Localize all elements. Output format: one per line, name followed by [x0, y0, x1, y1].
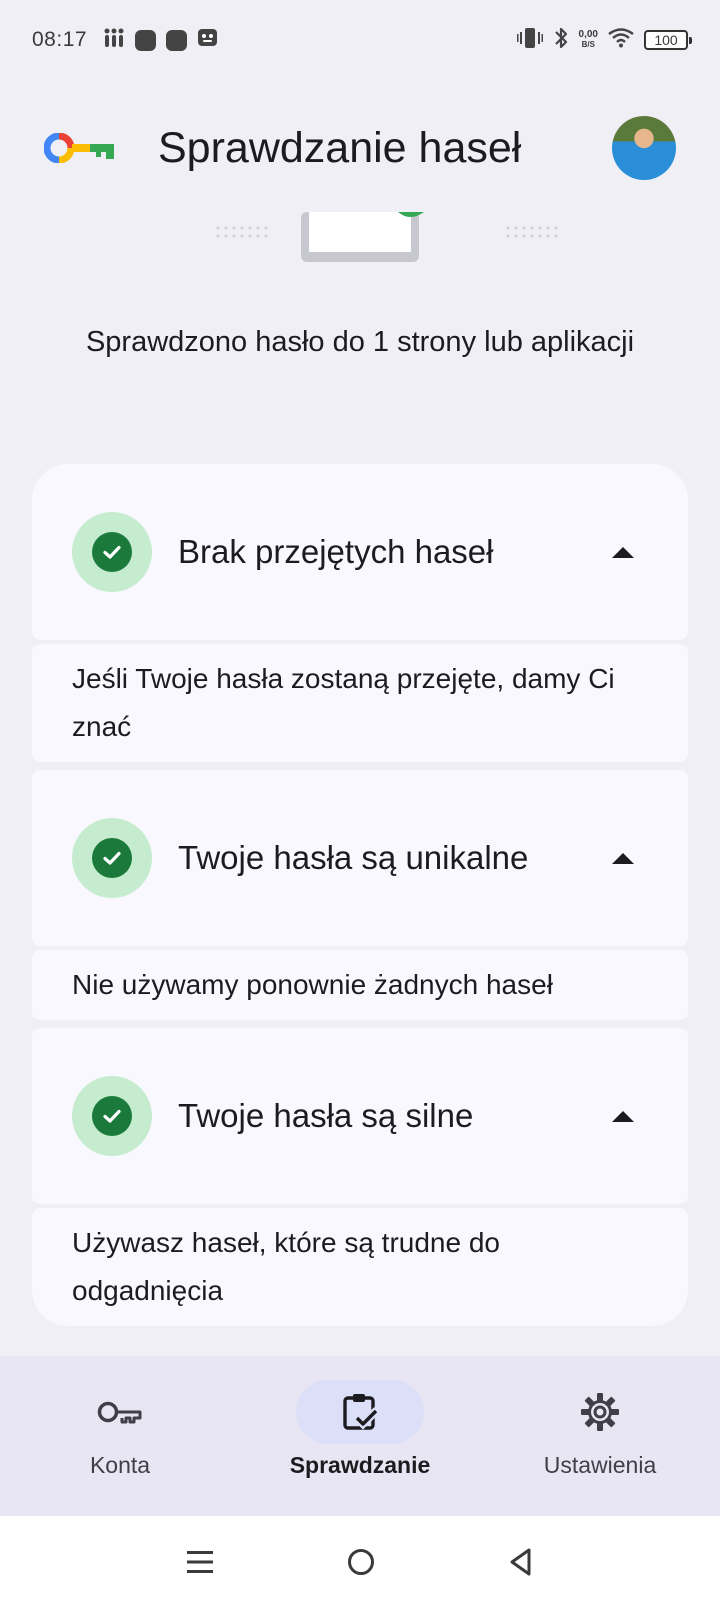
- nav-label: Konta: [89, 1452, 151, 1478]
- dots-left-decoration: [216, 226, 268, 238]
- menu-icon[interactable]: [185, 1548, 215, 1581]
- vibrate-icon: [516, 26, 543, 55]
- status-left: 08:17: [32, 27, 218, 54]
- page-title: Sprawdzanie haseł: [158, 123, 522, 172]
- home-icon[interactable]: [346, 1547, 376, 1582]
- nav-label: Ustawienia: [543, 1452, 657, 1478]
- compromised-passwords-card-header[interactable]: Brak przejętych haseł: [32, 464, 688, 640]
- check-illustration: [0, 212, 720, 272]
- check-status-icon: [72, 818, 152, 898]
- back-icon[interactable]: [507, 1547, 535, 1582]
- app-notification-icon: [103, 27, 125, 54]
- strong-passwords-card-header[interactable]: Twoje hasła są silne: [32, 1028, 688, 1204]
- account-avatar[interactable]: [612, 116, 676, 180]
- card-title: Brak przejętych haseł: [178, 533, 494, 570]
- collapse-arrow-icon[interactable]: [612, 546, 634, 558]
- status-bar: 08:17 0,00 B/S 100: [0, 0, 720, 80]
- network-speed-unit: B/S: [581, 40, 595, 49]
- card-title: Twoje hasła są silne: [178, 1097, 474, 1134]
- network-speed: 0,00 B/S: [579, 30, 598, 50]
- status-time: 08:17: [32, 28, 88, 51]
- check-status-icon: [72, 512, 152, 592]
- nav-item-konta[interactable]: Konta: [20, 1380, 220, 1479]
- card-description: Jeśli Twoje hasła zostaną przejęte, damy…: [72, 663, 615, 742]
- notification-square-icon: [166, 29, 188, 51]
- password-manager-logo-icon: [43, 132, 116, 164]
- system-navigation-bar: [0, 1516, 720, 1612]
- check-summary: Sprawdzono hasło do 1 strony lub aplikac…: [85, 326, 635, 358]
- unique-passwords-card-header[interactable]: Twoje hasła są unikalne: [32, 770, 688, 946]
- card-description: Nie używamy ponownie żadnych haseł: [72, 969, 553, 1000]
- robot-notification-icon: [197, 27, 218, 53]
- card-title: Twoje hasła są unikalne: [178, 839, 529, 876]
- bluetooth-icon: [553, 26, 569, 55]
- check-status-icon: [72, 1076, 152, 1156]
- collapse-arrow-icon[interactable]: [612, 1110, 634, 1122]
- clipboard-check-icon: [296, 1380, 424, 1444]
- dots-right-decoration: [506, 226, 558, 238]
- card-description: Używasz haseł, które są trudne do odgadn…: [72, 1227, 500, 1306]
- key-icon: [56, 1380, 184, 1444]
- battery-indicator: 100: [644, 30, 692, 50]
- wifi-icon: [608, 27, 634, 53]
- notification-square-icon: [135, 29, 157, 51]
- nav-item-sprawdzanie[interactable]: Sprawdzanie: [260, 1380, 460, 1479]
- gear-icon: [536, 1380, 664, 1444]
- unique-passwords-card-body: Nie używamy ponownie żadnych haseł: [32, 950, 688, 1020]
- strong-passwords-card-body: Używasz haseł, które są trudne do odgadn…: [32, 1208, 688, 1326]
- network-speed-value: 0,00: [578, 29, 598, 40]
- app-bar: Sprawdzanie haseł: [0, 100, 720, 196]
- nav-item-ustawienia[interactable]: Ustawienia: [500, 1380, 700, 1479]
- nav-label: Sprawdzanie: [289, 1452, 431, 1478]
- compromised-passwords-card-body: Jeśli Twoje hasła zostaną przejęte, damy…: [32, 644, 688, 762]
- bottom-navigation: Konta Sprawdzanie Ustawienia: [0, 1356, 720, 1516]
- collapse-arrow-icon[interactable]: [612, 852, 634, 864]
- status-right: 0,00 B/S 100: [516, 26, 692, 55]
